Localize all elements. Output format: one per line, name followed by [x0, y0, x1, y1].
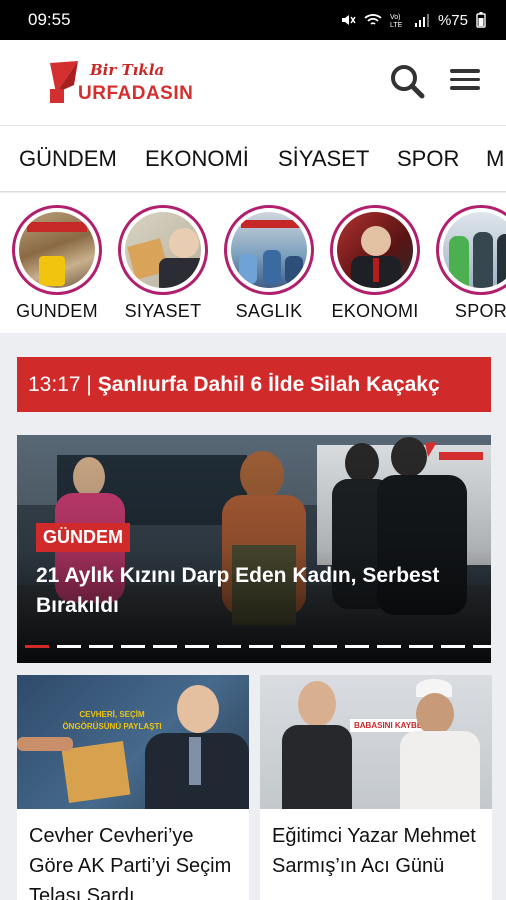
story-label: GUNDEM: [16, 301, 98, 321]
nav-item-siyaset[interactable]: SİYASET: [278, 146, 369, 172]
slider-dot[interactable]: [377, 645, 401, 648]
story-thumbnail: [443, 212, 506, 288]
story-label: EKONOMI: [331, 301, 419, 321]
watermark-logo-icon: [425, 442, 483, 460]
logo-tagline: Bir Tıkla: [90, 61, 165, 79]
breaking-news-ticker[interactable]: 13:17 | Şanlıurfa Dahil 6 İlde Silah Kaç…: [17, 357, 491, 412]
slider-dot[interactable]: [89, 645, 113, 648]
slider-dot[interactable]: [281, 645, 305, 648]
story-label: SIYASET: [124, 301, 202, 321]
category-nav: GÜNDEM EKONOMİ SİYASET SPOR M: [0, 126, 506, 192]
story-gundem[interactable]: GUNDEM: [9, 205, 105, 322]
svg-text:LTE: LTE: [390, 22, 403, 28]
story-label: SAGLIK: [235, 301, 303, 321]
news-card[interactable]: CEVHERİ, SEÇİM ÖNGÖRÜSÜNÜ PAYLAŞTI Cevhe…: [17, 675, 249, 900]
story-thumbnail: [231, 212, 307, 288]
story-ekonomi[interactable]: EKONOMI: [327, 205, 423, 322]
story-ring: [224, 205, 314, 295]
menu-button[interactable]: [446, 64, 486, 100]
status-bar: 09:55 Vo) LTE %75: [0, 0, 506, 40]
logo-mark-icon: [50, 61, 78, 103]
menu-icon: [450, 69, 480, 73]
slider-dot[interactable]: [185, 645, 209, 648]
slider-dot[interactable]: [121, 645, 145, 648]
hero-category-badge[interactable]: GÜNDEM: [36, 523, 130, 552]
hero-watermark: [425, 441, 485, 466]
slider-dot[interactable]: [441, 645, 465, 648]
story-thumbnail: [19, 212, 95, 288]
card-image-caption: CEVHERİ, SEÇİM ÖNGÖRÜSÜNÜ PAYLAŞTI: [62, 710, 162, 731]
slider-dot[interactable]: [473, 645, 491, 648]
nav-item-ekonomi[interactable]: EKONOMİ: [145, 146, 249, 172]
mute-icon: [341, 15, 356, 25]
signal-icon: [414, 14, 429, 27]
slider-dot[interactable]: [25, 645, 49, 648]
slider-dot[interactable]: [409, 645, 433, 648]
card-image: BABASINI KAYBETTİ: [260, 675, 492, 809]
story-ring: [118, 205, 208, 295]
story-ring: [436, 205, 506, 295]
story-thumbnail: [337, 212, 413, 288]
slider-dot[interactable]: [345, 645, 369, 648]
ticker-time: 13:17 |: [28, 373, 92, 396]
card-title: Cevher Cevheri’ye Göre AK Parti’yi Seçim…: [29, 825, 232, 900]
story-ring: [12, 205, 102, 295]
slider-dot[interactable]: [57, 645, 81, 648]
story-strip: GUNDEM SIYASET SAGLIK EKONOMI SPOR: [0, 193, 506, 333]
nav-item-spor[interactable]: SPOR: [397, 146, 459, 172]
story-thumbnail: [125, 212, 201, 288]
story-label: SPOR: [454, 301, 506, 321]
slider-dot[interactable]: [153, 645, 177, 648]
status-time: 09:55: [28, 10, 71, 29]
news-card[interactable]: BABASINI KAYBETTİ Eğitimci Yazar Mehmet …: [260, 675, 492, 900]
wifi-icon: [364, 14, 382, 25]
nav-item-gundem[interactable]: GÜNDEM: [19, 146, 117, 172]
battery-icon: [476, 12, 486, 28]
app-header: Bir Tıkla URFADASIN: [0, 40, 506, 126]
card-title: Eğitimci Yazar Mehmet Sarmış’ın Acı Günü: [272, 825, 476, 877]
card-image: CEVHERİ, SEÇİM ÖNGÖRÜSÜNÜ PAYLAŞTI: [17, 675, 249, 809]
featured-slider[interactable]: GÜNDEM 21 Aylık Kızını Darp Eden Kadın, …: [17, 435, 491, 663]
slider-dot[interactable]: [217, 645, 241, 648]
story-siyaset[interactable]: SIYASET: [115, 205, 211, 322]
slider-dot[interactable]: [313, 645, 337, 648]
volte-icon: Vo) LTE: [390, 14, 403, 28]
battery-percent: %75: [437, 11, 468, 29]
search-icon: [391, 65, 425, 99]
site-logo[interactable]: Bir Tıkla URFADASIN: [48, 57, 193, 109]
status-icons: Vo) LTE %75: [340, 12, 486, 29]
hero-headline[interactable]: 21 Aylık Kızını Darp Eden Kadın, Serbest…: [36, 561, 456, 621]
ticker-title: Şanlıurfa Dahil 6 İlde Silah Kaçakç: [97, 373, 440, 396]
logo-brand: URFADASIN: [78, 83, 194, 104]
slider-pagination: [25, 645, 491, 648]
story-spor[interactable]: SPOR: [433, 205, 506, 322]
story-saglik[interactable]: SAGLIK: [221, 205, 317, 322]
svg-text:Vo): Vo): [390, 14, 401, 21]
search-button[interactable]: [388, 62, 428, 102]
slider-dot[interactable]: [249, 645, 273, 648]
story-ring: [330, 205, 420, 295]
nav-item-more[interactable]: M: [486, 146, 504, 172]
